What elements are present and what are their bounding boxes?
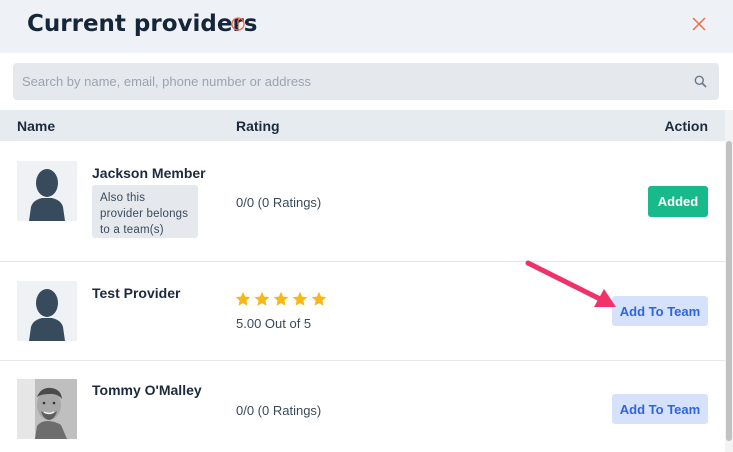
- provider-name: Tommy O'Malley: [92, 382, 202, 398]
- rating-text: 0/0 (0 Ratings): [236, 195, 322, 210]
- column-header-action: Action: [664, 118, 708, 134]
- provider-name: Test Provider: [92, 285, 181, 301]
- star-rating: [235, 291, 327, 307]
- team-membership-note: Also this provider belongs to a team(s): [92, 185, 198, 238]
- avatar: [17, 379, 77, 439]
- placeholder-person-icon: [17, 161, 77, 221]
- avatar: [17, 161, 77, 221]
- star-icon: [311, 291, 327, 306]
- dialog-title: Current providers: [27, 11, 258, 37]
- provider-name: Jackson Member: [92, 165, 206, 181]
- table-row: Tommy O'Malley 0/0 (0 Ratings) Add To Te…: [0, 361, 725, 452]
- profile-photo: [17, 379, 77, 439]
- search-icon[interactable]: [694, 75, 707, 88]
- star-icon: [273, 291, 289, 306]
- table-row: Test Provider 5.00 Out of 5 Add To Team: [0, 262, 725, 361]
- rating-text: 5.00 Out of 5: [236, 316, 312, 331]
- star-icon: [292, 291, 308, 306]
- avatar: [17, 281, 77, 341]
- add-to-team-button[interactable]: Add To Team: [612, 296, 708, 326]
- added-button[interactable]: Added: [648, 186, 708, 217]
- column-header-rating: Rating: [236, 118, 280, 134]
- placeholder-person-icon: [17, 281, 77, 341]
- add-to-team-button[interactable]: Add To Team: [612, 394, 708, 424]
- star-icon: [254, 291, 270, 306]
- table-header: Name Rating Action: [0, 110, 725, 141]
- star-icon: [235, 291, 251, 306]
- dialog-header: Current providers: [0, 0, 733, 53]
- table-row: Jackson Member Also this provider belong…: [0, 141, 725, 262]
- search-bar: [13, 63, 719, 100]
- close-icon[interactable]: [690, 15, 708, 33]
- column-header-name: Name: [17, 118, 56, 134]
- rating-text: 0/0 (0 Ratings): [236, 403, 322, 418]
- search-input[interactable]: [13, 63, 719, 100]
- scrollbar-thumb[interactable]: [726, 141, 732, 441]
- info-icon[interactable]: [231, 17, 245, 31]
